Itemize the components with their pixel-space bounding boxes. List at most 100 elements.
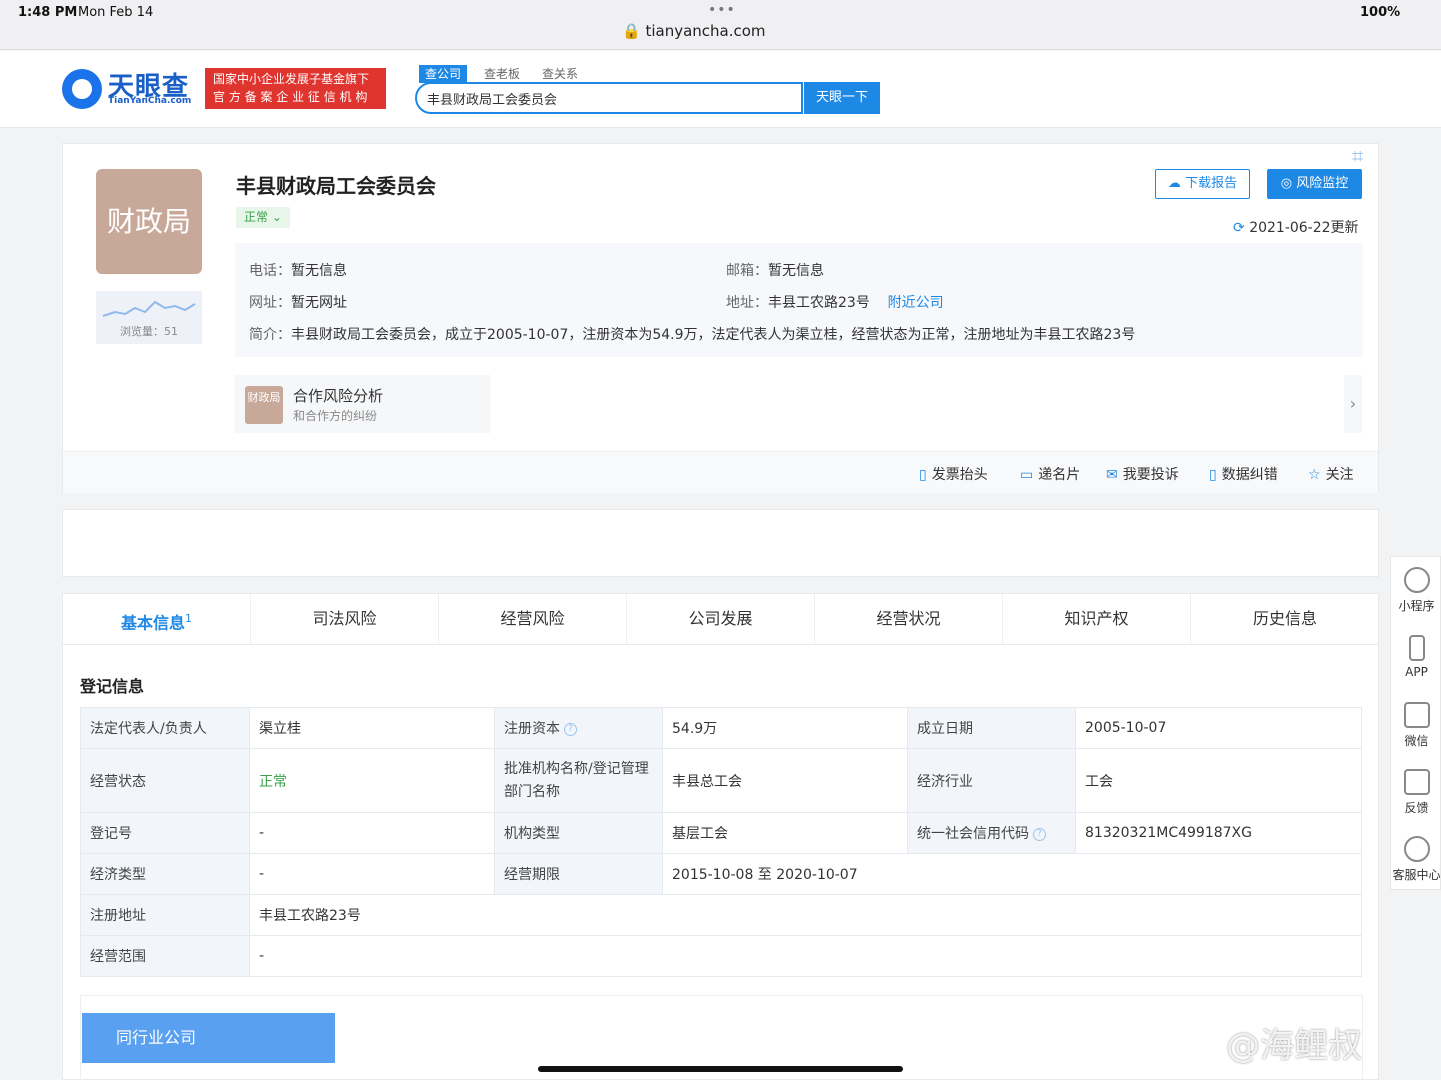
- logo-domain: TianYanCha.com: [108, 96, 192, 106]
- views-panel: 浏览量：51: [96, 291, 202, 344]
- registration-table: 法定代表人/负责人 渠立桂 注册资本? 54.9万 成立日期 2005-10-0…: [80, 707, 1362, 977]
- peer-companies-button[interactable]: 同行业公司: [82, 1013, 335, 1063]
- tab-business-risk[interactable]: 经营风险: [439, 594, 627, 644]
- search-button[interactable]: 天眼一下: [804, 82, 880, 114]
- update-date: ⟳ 2021-06-22更新: [1233, 217, 1359, 237]
- scope-value: -: [249, 935, 1362, 977]
- lock-icon: 🔒: [622, 22, 641, 40]
- status-bar: 1:48 PM Mon Feb 14 ••• 🔒 tianyancha.com …: [0, 0, 1441, 50]
- send-card-button[interactable]: ▭ 递名片: [1020, 464, 1080, 484]
- support-item[interactable]: 客服中心: [1391, 836, 1441, 883]
- orgtype-key: 机构类型: [494, 812, 663, 854]
- tab-operations[interactable]: 经营状况: [815, 594, 1003, 644]
- correction-label: 数据纠错: [1221, 467, 1278, 483]
- card-icon: ▭: [1020, 467, 1034, 483]
- complaint-button[interactable]: ✉ 我要投诉: [1106, 464, 1179, 484]
- mini-program-label: 小程序: [1398, 599, 1435, 613]
- legal-rep-value[interactable]: 渠立桂: [249, 707, 495, 749]
- headset-icon: [1403, 836, 1430, 862]
- intro-row: 简介：丰县财政局工会委员会，成立于2005-10-07，注册资本为54.9万，法…: [249, 324, 1135, 344]
- tab-ip[interactable]: 知识产权: [1003, 594, 1191, 644]
- main-content: 登记信息 法定代表人/负责人 渠立桂 注册资本? 54.9万 成立日期 2005…: [62, 645, 1379, 1080]
- mini-program-item[interactable]: 小程序: [1391, 567, 1441, 614]
- views-sparkline: [102, 300, 196, 317]
- section-title: 登记信息: [80, 677, 145, 696]
- mini-program-icon: [1403, 567, 1430, 593]
- edit-doc-icon: ▯: [1209, 467, 1217, 483]
- industry-key: 经济行业: [907, 748, 1076, 813]
- help-icon[interactable]: ?: [1033, 827, 1046, 841]
- complaint-label: 我要投诉: [1122, 467, 1179, 483]
- feedback-label: 反馈: [1404, 801, 1429, 815]
- status-value: 正常: [249, 748, 495, 813]
- address-bar[interactable]: 🔒 tianyancha.com: [622, 22, 766, 40]
- send-card-label: 递名片: [1038, 467, 1081, 483]
- table-row: 经济类型 - 经营期限 2015-10-08 至 2020-10-07: [80, 853, 1362, 895]
- url-text: tianyancha.com: [645, 22, 766, 40]
- table-row: 登记号 - 机构类型 基层工会 统一社会信用代码? 81320321MC4991…: [80, 812, 1362, 854]
- tab-history[interactable]: 历史信息: [1191, 594, 1379, 644]
- invoice-label: 发票抬头: [931, 467, 988, 483]
- chevron-down-icon: ⌄: [271, 210, 282, 224]
- app-item[interactable]: APP: [1391, 635, 1441, 679]
- home-indicator[interactable]: [538, 1066, 903, 1072]
- credit-value: 81320321MC499187XG: [1075, 812, 1362, 854]
- coop-icon: 财政局: [245, 386, 283, 424]
- search-input[interactable]: 丰县财政局工会委员会: [415, 82, 803, 114]
- coop-title: 合作风险分析: [293, 387, 384, 405]
- econtype-key: 经济类型: [80, 853, 250, 895]
- status-time: 1:48 PM: [18, 5, 78, 20]
- more-dots-icon[interactable]: •••: [708, 2, 736, 18]
- table-row: 经营状态 正常 批准机构名称/登记管理部门名称 丰县总工会 经济行业 工会: [80, 748, 1362, 813]
- tab-search-company[interactable]: 查公司: [419, 65, 468, 83]
- coop-risk-card[interactable]: 财政局 合作风险分析 和合作方的纠纷: [235, 375, 491, 433]
- status-text: 正常: [244, 210, 269, 224]
- ad-placeholder: [62, 509, 1379, 577]
- intro-value: 丰县财政局工会委员会，成立于2005-10-07，注册资本为54.9万，法定代表…: [291, 327, 1136, 343]
- risk-monitor-button[interactable]: ◎ 风险监控: [1267, 169, 1362, 199]
- action-bar: ▯ 发票抬头 ▭ 递名片 ✉ 我要投诉 ▯ 数据纠错 ☆ 关注: [63, 451, 1378, 493]
- mail-icon: ✉: [1106, 467, 1118, 483]
- term-key: 经营期限: [494, 853, 663, 895]
- tab-judicial-risk[interactable]: 司法风险: [251, 594, 439, 644]
- tab-development[interactable]: 公司发展: [627, 594, 815, 644]
- qr-code-icon[interactable]: ⌗: [1352, 144, 1378, 170]
- regaddr-value: 丰县工农路23号: [249, 894, 1362, 936]
- views-count: 浏览量：51: [120, 325, 178, 338]
- status-badge[interactable]: 正常 ⌄: [236, 207, 290, 228]
- document-icon: ▯: [919, 467, 927, 483]
- tab-search-relation[interactable]: 查关系: [536, 65, 584, 83]
- company-card: 财政局 浏览量：51 丰县财政局工会委员会 正常 ⌄ ☁ 下载报告 ◎ 风险监控…: [62, 143, 1379, 493]
- data-correction-button[interactable]: ▯ 数据纠错: [1209, 464, 1278, 484]
- nearby-companies-link[interactable]: 附近公司: [888, 295, 944, 311]
- approval-key: 批准机构名称/登记管理部门名称: [494, 748, 663, 813]
- website-row: 网址：暂无网址: [249, 292, 347, 312]
- tab-search-boss[interactable]: 查老板: [478, 65, 526, 83]
- help-icon[interactable]: ?: [564, 722, 577, 736]
- feedback-item[interactable]: 反馈: [1391, 769, 1441, 816]
- contact-info: 电话：暂无信息 邮箱：暂无信息 网址：暂无网址 地址：丰县工农路23号 附近公司…: [235, 243, 1363, 357]
- section-tabs: 基本信息1 司法风险 经营风险 公司发展 经营状况 知识产权 历史信息: [62, 593, 1379, 645]
- monitor-icon: ◎: [1280, 176, 1293, 191]
- monitor-label: 风险监控: [1296, 176, 1349, 191]
- email-value: 暂无信息: [768, 263, 824, 279]
- badge-line-1: 国家中小企业发展子基金旗下: [213, 72, 370, 86]
- founded-key: 成立日期: [907, 707, 1076, 749]
- battery-level: 100%: [1360, 5, 1401, 20]
- legal-rep-key: 法定代表人/负责人: [80, 707, 250, 749]
- star-icon: ☆: [1308, 467, 1321, 483]
- status-key: 经营状态: [80, 748, 250, 813]
- logo-icon[interactable]: [62, 69, 102, 109]
- invoice-header-button[interactable]: ▯ 发票抬头: [919, 464, 988, 484]
- tab-basic-info[interactable]: 基本信息1: [63, 594, 251, 644]
- chevron-right-icon[interactable]: ›: [1344, 375, 1362, 433]
- update-text: 2021-06-22更新: [1249, 220, 1359, 236]
- wechat-item[interactable]: 微信: [1391, 702, 1441, 749]
- download-report-button[interactable]: ☁ 下载报告: [1155, 169, 1250, 199]
- address-value: 丰县工农路23号: [768, 295, 870, 311]
- scope-key: 经营范围: [80, 935, 250, 977]
- refresh-icon[interactable]: ⟳: [1233, 220, 1245, 236]
- follow-button[interactable]: ☆ 关注: [1308, 464, 1354, 484]
- app-label: APP: [1405, 665, 1428, 679]
- address-row: 地址：丰县工农路23号 附近公司: [726, 292, 944, 312]
